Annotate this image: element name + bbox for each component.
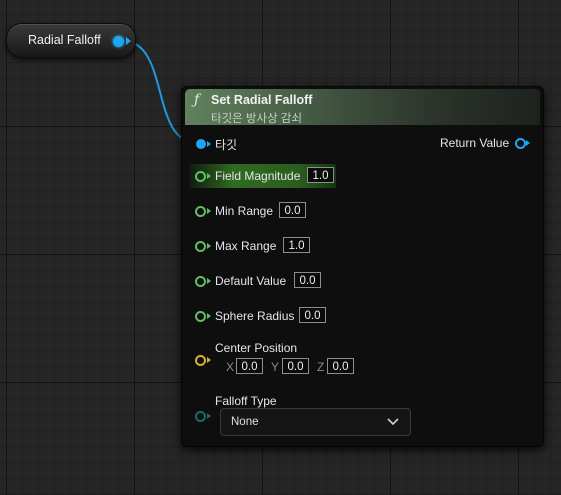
radial-falloff-variable-node[interactable]: Radial Falloff [6,23,136,58]
center-position-pin-icon[interactable] [195,355,206,366]
falloff-type-dropdown[interactable]: None [220,408,411,436]
center-y-label: Y [271,360,280,374]
return-value-arrow-icon [526,140,530,146]
falloff-type-arrow-icon [207,413,211,419]
target-pin-arrow-icon [207,141,211,147]
default-value-arrow-icon [207,278,211,284]
default-value-pin-icon[interactable] [195,276,206,287]
sphere-radius-input[interactable]: 0.0 [299,307,326,323]
sphere-radius-label: Sphere Radius [215,309,295,323]
sphere-radius-arrow-icon [207,313,211,319]
falloff-type-selected: None [231,416,259,428]
field-magnitude-pin-icon[interactable] [195,171,206,182]
variable-output-arrow-icon [126,37,131,45]
min-range-arrow-icon [207,208,211,214]
return-value-pin-icon[interactable] [515,138,526,149]
center-position-arrow-icon [207,357,211,363]
node-header[interactable]: ƒ Set Radial Falloff 타깃은 방사상 감쇠 [185,89,540,125]
max-range-pin-icon[interactable] [195,241,206,252]
min-range-pin-icon[interactable] [195,206,206,217]
target-pin-label: 타깃 [215,138,238,152]
field-magnitude-label: Field Magnitude [215,169,301,183]
function-icon: ƒ [194,92,200,108]
node-subtitle: 타깃은 방사상 감쇠 [211,113,303,125]
target-pin-dot-icon[interactable] [196,139,206,149]
default-value-input[interactable]: 0.0 [294,272,321,288]
center-position-label: Center Position [215,341,298,355]
field-magnitude-input[interactable]: 1.0 [307,167,334,183]
max-range-arrow-icon [207,243,211,249]
return-value-label: Return Value [440,136,510,150]
sphere-radius-pin-icon[interactable] [195,311,206,322]
falloff-type-pin-icon[interactable] [195,411,206,422]
field-magnitude-arrow-icon [207,173,211,179]
center-x-input[interactable]: 0.0 [236,358,263,374]
max-range-input[interactable]: 1.0 [283,237,310,253]
node-title: Set Radial Falloff [211,93,313,107]
center-x-label: X [226,360,235,374]
default-value-label: Default Value [215,274,287,288]
min-range-label: Min Range [215,204,274,218]
min-range-input[interactable]: 0.0 [279,202,306,218]
chevron-down-icon [387,418,399,426]
falloff-type-label: Falloff Type [215,394,277,408]
center-y-input[interactable]: 0.0 [282,358,309,374]
variable-label: Radial Falloff [28,33,101,47]
center-z-input[interactable]: 0.0 [327,358,354,374]
variable-output-pin[interactable] [113,36,124,47]
center-z-label: Z [317,360,325,374]
max-range-label: Max Range [215,239,277,253]
